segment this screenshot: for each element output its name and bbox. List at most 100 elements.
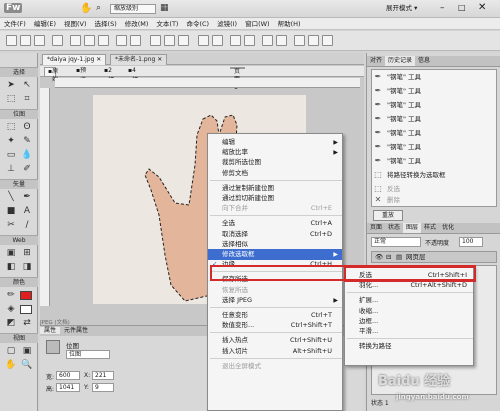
tab-optimize[interactable]: 优化 [439, 223, 457, 233]
standard-screen-icon[interactable]: ▢ [5, 345, 17, 357]
freeform-icon[interactable]: ✂ [5, 219, 17, 231]
split-icon[interactable] [322, 35, 333, 46]
pointer-icon[interactable]: ➤ [5, 79, 17, 91]
new-file-icon[interactable] [6, 35, 17, 46]
opacity-field[interactable]: 100 [459, 237, 483, 247]
tab-properties[interactable]: 属性 [40, 327, 61, 334]
rotate-icon[interactable] [262, 35, 273, 46]
tab-layers[interactable]: 图层 [403, 223, 422, 233]
distribute-icon[interactable] [294, 35, 305, 46]
import-icon[interactable] [52, 35, 63, 46]
history-item[interactable]: ✒ "钢笔" 工具 [373, 126, 465, 140]
scale-icon[interactable]: ⬚ [5, 93, 17, 105]
menu-filters[interactable]: 滤镜(I) [213, 18, 241, 30]
lasso-icon[interactable]: ʘ [21, 121, 33, 133]
send-backward-icon[interactable] [244, 35, 255, 46]
menu-item[interactable]: 插入切片 Alt+Shift+U [208, 346, 342, 357]
paste-icon[interactable] [98, 35, 109, 46]
doc-tab-1[interactable]: *daiya jqy-1.jpg ✕ [42, 54, 107, 65]
menu-item[interactable]: 平滑... [345, 326, 473, 337]
eraser-icon[interactable]: ▭ [5, 149, 17, 161]
line-icon[interactable]: ╲ [5, 191, 17, 203]
pen-icon[interactable]: ✒ [21, 191, 33, 203]
view-2up-button[interactable]: ▪2 幅 [104, 66, 114, 84]
slice-icon[interactable]: ⊞ [21, 247, 33, 259]
replay-button[interactable]: 重放 [373, 210, 403, 221]
replace-color-icon[interactable]: ✐ [21, 163, 33, 175]
hand-icon[interactable]: ✋ [80, 3, 92, 14]
view-preview-button[interactable]: ▪预览 [76, 66, 86, 84]
view-original-button[interactable]: ▪原始 [44, 67, 58, 83]
menu-help[interactable]: 帮助(H) [274, 18, 305, 30]
tab-states[interactable]: 状态 [385, 223, 403, 233]
subselect-icon[interactable]: ↖ [21, 79, 33, 91]
zoom-tool-icon[interactable]: ⌕ [96, 3, 101, 13]
tab-align[interactable]: 对齐 [367, 56, 385, 66]
group-icon[interactable] [198, 35, 209, 46]
view-4up-button[interactable]: ▪4 幅 [128, 66, 138, 84]
tab-styles[interactable]: 样式 [421, 223, 439, 233]
copy-icon[interactable] [84, 35, 95, 46]
history-item[interactable]: ✒ "钢笔" 工具 [373, 84, 465, 98]
tab-pages[interactable]: 页面 [367, 223, 385, 233]
bring-forward-icon[interactable] [230, 35, 241, 46]
show-slices-icon[interactable]: ◨ [21, 261, 33, 273]
zoom-select[interactable]: 缩放级别 [110, 4, 156, 14]
tab-symbol-properties[interactable]: 元件属性 [60, 327, 92, 334]
blend-select[interactable]: 正常 [371, 237, 421, 247]
zoom-icon[interactable]: 🔍 [21, 359, 33, 371]
prop-h-field[interactable]: 1041 [56, 383, 80, 392]
history-item[interactable]: ✒ "钢笔" 工具 [373, 112, 465, 126]
save-icon[interactable] [34, 35, 45, 46]
layer-row[interactable]: 👁 ⊟ ▤ 网页层 [371, 251, 497, 263]
stroke-color-icon[interactable]: ✏ [5, 289, 17, 301]
menu-item[interactable]: 转换为路径 [345, 341, 473, 352]
prop-name-field[interactable]: 位图 [66, 350, 110, 359]
maximize-button[interactable]: □ [458, 3, 466, 12]
fill-color-icon[interactable]: ◈ [5, 303, 17, 315]
swap-colors-icon[interactable]: ⇄ [21, 317, 33, 329]
eye-icon[interactable]: 👁 [375, 252, 383, 262]
brush-icon[interactable]: ✎ [21, 135, 33, 147]
text-icon[interactable]: A [21, 205, 33, 217]
flip-icon[interactable] [276, 35, 287, 46]
tab-history[interactable]: 历史记录 [385, 56, 416, 66]
knife-icon[interactable]: ∕ [21, 219, 33, 231]
marquee-icon[interactable]: ⬚ [5, 121, 17, 133]
redo-icon[interactable] [130, 35, 141, 46]
align-right-icon[interactable] [178, 35, 189, 46]
prop-x-field[interactable]: 221 [92, 371, 114, 380]
history-item[interactable]: ✒ "钢笔" 工具 [373, 70, 465, 84]
menu-modify[interactable]: 修改(M) [121, 18, 153, 30]
tab-info[interactable]: 信息 [415, 56, 433, 66]
close-button[interactable]: ✕ [478, 2, 486, 13]
full-screen-icon[interactable]: ▣ [21, 345, 33, 357]
undo-icon[interactable] [116, 35, 127, 46]
menu-view[interactable]: 视图(V) [60, 18, 91, 30]
menu-file[interactable]: 文件(F) [0, 18, 30, 30]
stroke-swatch[interactable] [20, 291, 32, 300]
doc-tab-2[interactable]: *未命名-1.png ✕ [110, 54, 168, 65]
prop-y-field[interactable]: 9 [92, 383, 114, 392]
ungroup-icon[interactable] [212, 35, 223, 46]
align-left-icon[interactable] [150, 35, 161, 46]
rubber-stamp-icon[interactable]: ⊥ [5, 163, 17, 175]
menu-edit[interactable]: 编辑(E) [30, 18, 60, 30]
menu-commands[interactable]: 命令(C) [182, 18, 213, 30]
prop-w-field[interactable]: 600 [56, 371, 80, 380]
menu-window[interactable]: 窗口(W) [241, 18, 274, 30]
menu-item[interactable]: 修剪文档 [208, 168, 342, 179]
rectangle-icon[interactable]: ■ [5, 205, 17, 217]
hand-tool-icon[interactable]: ✋ [5, 359, 17, 371]
default-colors-icon[interactable]: ◩ [5, 317, 17, 329]
history-item[interactable]: ⬚ 将路径转换为选取框 [373, 168, 491, 182]
minimize-button[interactable]: – [440, 3, 445, 13]
history-item[interactable]: ✕ 删除 [373, 194, 465, 206]
arrange-icon[interactable]: ▦ [160, 3, 169, 13]
open-file-icon[interactable] [20, 35, 31, 46]
crop-icon[interactable]: ⌗ [21, 93, 33, 105]
history-item[interactable]: ✒ "钢笔" 工具 [373, 140, 465, 154]
workspace-select[interactable]: 展开模式 ▾ [386, 3, 417, 14]
page-select[interactable]: 页面 1 [230, 67, 245, 91]
hotspot-icon[interactable]: ▣ [5, 247, 17, 259]
